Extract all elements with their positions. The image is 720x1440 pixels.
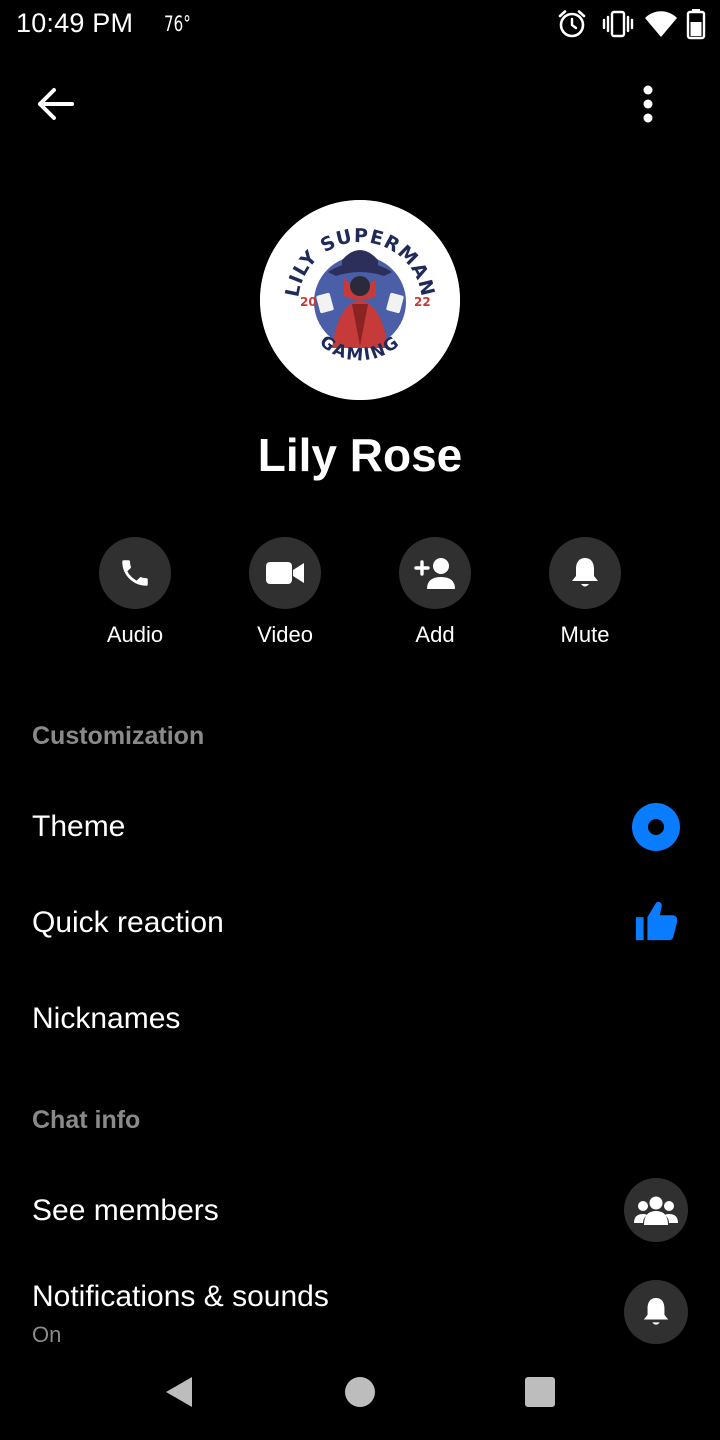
- mute-button[interactable]: Mute: [510, 536, 660, 656]
- chat-info-header: Chat info: [32, 1106, 141, 1134]
- more-options-button[interactable]: [624, 80, 672, 128]
- add-label: Add: [415, 622, 455, 647]
- group-icon: [634, 1196, 678, 1225]
- avatar-logo-image: LILY SUPERMAN GAMING 20 22: [260, 200, 460, 400]
- video-call-button[interactable]: Video: [210, 536, 360, 656]
- phone-icon: [122, 560, 148, 586]
- audio-call-button[interactable]: Audio: [60, 536, 210, 656]
- theme-row[interactable]: Theme: [0, 780, 720, 876]
- audio-button-circle[interactable]: [99, 537, 171, 609]
- nicknames-row[interactable]: Nicknames: [0, 972, 720, 1068]
- more-vertical-icon: [643, 85, 653, 123]
- home-circle-icon[interactable]: [340, 1372, 380, 1412]
- back-arrow-icon: [38, 88, 74, 120]
- notifications-label: Notifications & sounds: [32, 1280, 329, 1313]
- notifications-bell-icon: [643, 1297, 669, 1325]
- wifi-icon: [645, 11, 677, 37]
- video-camera-icon: [266, 562, 304, 584]
- video-button-circle[interactable]: [249, 537, 321, 609]
- mute-button-circle[interactable]: [549, 537, 621, 609]
- video-label: Video: [257, 622, 313, 647]
- quick-reaction-label: Quick reaction: [32, 906, 224, 939]
- theme-label: Theme: [32, 810, 126, 843]
- theme-color-icon: [632, 803, 680, 851]
- see-members-label: See members: [32, 1194, 219, 1227]
- add-button-circle[interactable]: [399, 537, 471, 609]
- see-members-row[interactable]: See members: [0, 1164, 720, 1260]
- mute-label: Mute: [560, 622, 610, 647]
- avatar-right-text: 22: [414, 295, 431, 309]
- nicknames-label: Nicknames: [32, 1002, 181, 1035]
- bell-icon: [572, 558, 598, 587]
- audio-label: Audio: [106, 622, 164, 647]
- back-triangle-icon[interactable]: [160, 1372, 200, 1412]
- profile-name: Lily Rose: [257, 429, 463, 481]
- status-time: 10:49 PM: [16, 8, 134, 38]
- customization-header: Customization: [32, 722, 205, 750]
- thumbs-up-icon: [635, 901, 678, 941]
- add-person-button[interactable]: Add: [360, 536, 510, 656]
- quick-reaction-row[interactable]: Quick reaction: [0, 876, 720, 972]
- profile-avatar[interactable]: LILY SUPERMAN GAMING 20 22: [260, 200, 460, 400]
- notifications-status: On: [32, 1322, 62, 1347]
- battery-icon: [686, 9, 706, 40]
- notifications-icon-circle: [624, 1280, 688, 1344]
- members-icon-circle: [624, 1178, 688, 1242]
- recents-square-icon[interactable]: [520, 1372, 560, 1412]
- add-person-icon: [414, 558, 455, 589]
- status-temperature: 76°: [164, 12, 191, 36]
- notifications-row[interactable]: Notifications & sounds On: [0, 1264, 720, 1354]
- vibrate-icon: [602, 10, 634, 38]
- back-button[interactable]: [28, 80, 84, 128]
- alarm-icon: [558, 10, 586, 38]
- avatar-left-text: 20: [300, 295, 317, 309]
